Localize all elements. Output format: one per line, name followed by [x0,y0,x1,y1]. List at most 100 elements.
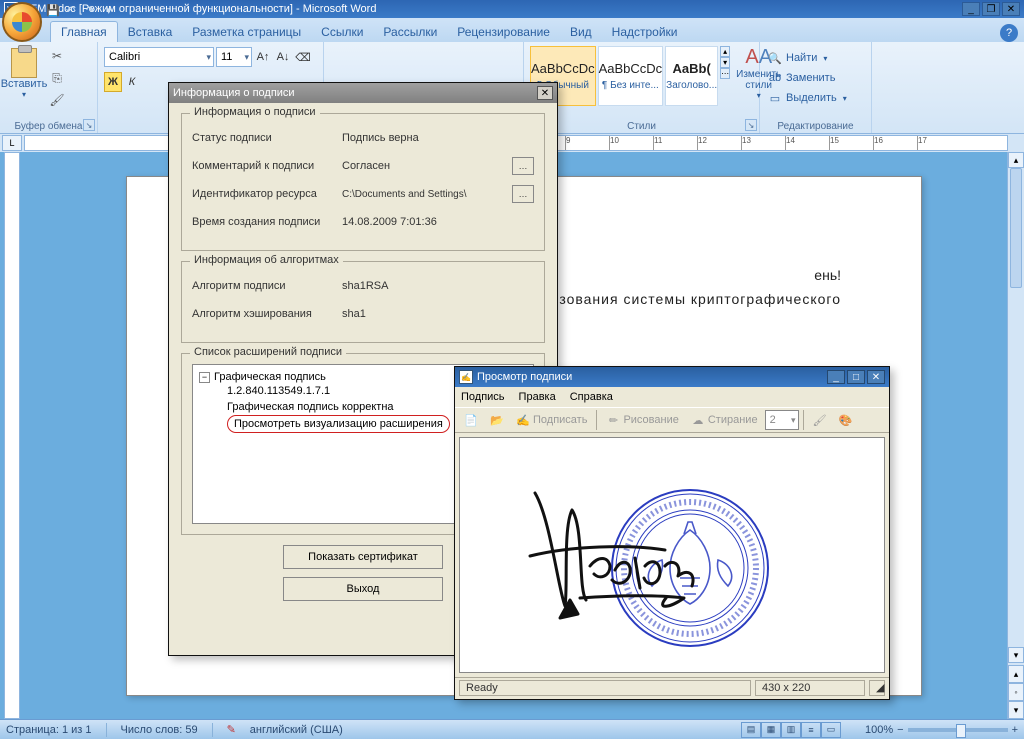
zoom-value[interactable]: 100% [865,724,893,736]
tab-review[interactable]: Рецензирование [447,22,560,42]
cut-icon[interactable]: ✂ [48,48,66,64]
menu-signature[interactable]: Подпись [461,391,505,403]
tab-layout[interactable]: Разметка страницы [182,22,311,42]
prev-page-button[interactable]: ▴ [1008,665,1024,683]
office-button[interactable] [2,2,42,42]
info-label: Статус подписи [192,132,342,144]
dlg2-toolbar: 📄 📂 ✍Подписать ✏Рисование ☁Стирание 2 🖌 … [455,407,889,433]
styles-launcher[interactable]: ↘ [745,119,757,131]
algo-label: Алгоритм хэширования [192,308,342,320]
tb-thickness-combo[interactable]: 2 [765,410,799,430]
browse-object-button[interactable]: ◦ [1008,683,1024,701]
ruler-mark: 12 [697,136,707,150]
dlg1-close-button[interactable]: ✕ [537,86,553,100]
tb-brush-icon[interactable]: 🖌 [808,409,832,431]
qat-customize-icon[interactable]: ▾ [106,4,120,18]
tree-child-highlighted[interactable]: Просмотреть визуализацию расширения [227,415,450,433]
vertical-scrollbar[interactable]: ▴ ▾ ▴ ◦ ▾ [1007,152,1024,719]
dlg1-titlebar[interactable]: Информация о подписи ✕ [169,83,557,103]
style-heading[interactable]: AaBb( Заголово... [665,46,718,106]
shrink-font-icon[interactable]: A↓ [274,47,292,67]
dlg2-maximize[interactable]: □ [847,370,865,384]
show-cert-button[interactable]: Показать сертификат [283,545,443,569]
tab-mailings[interactable]: Рассылки [373,22,447,42]
find-button[interactable]: 🔍Найти▾ [766,48,865,68]
tab-home[interactable]: Главная [50,21,118,42]
tb-erase-button[interactable]: ☁Стирание [686,409,763,431]
dlg2-resize-grip[interactable]: ◢ [869,680,885,696]
font-size-combo[interactable]: 11 [216,47,252,67]
status-proofing-icon[interactable]: ✎ [227,723,236,736]
qat-save-icon[interactable]: 💾 [46,4,60,18]
select-button[interactable]: ▭Выделить▾ [766,88,865,108]
style-no-spacing[interactable]: AaBbCcDc ¶ Без инте... [598,46,664,106]
app-titlebar: W DEMO.doc [Режим ограниченной функциона… [0,0,1024,18]
group-styles-label: Стили [627,121,656,132]
tab-references[interactable]: Ссылки [311,22,373,42]
qat-undo-icon[interactable]: ↶ [66,4,80,18]
status-words[interactable]: Число слов: 59 [121,724,198,736]
help-button[interactable]: ? [1000,24,1018,42]
view-draft[interactable]: ▭ [821,722,841,738]
styles-scroll: ▴ ▾ ⋯ [720,46,730,79]
group-clipboard-label: Буфер обмена [15,121,83,132]
menu-help[interactable]: Справка [570,391,613,403]
styles-scroll-down[interactable]: ▾ [720,57,730,68]
styles-scroll-up[interactable]: ▴ [720,46,730,57]
exit-button[interactable]: Выход [283,577,443,601]
info-more-button[interactable]: … [512,185,534,203]
tab-view[interactable]: Вид [560,22,602,42]
tb-draw-button[interactable]: ✏Рисование [601,409,683,431]
next-page-button[interactable]: ▾ [1008,701,1024,719]
view-buttons: ▤ ▦ ▥ ≡ ▭ [741,722,841,738]
zoom-slider[interactable] [908,728,1008,732]
copy-icon[interactable]: ⎘ [48,70,66,86]
tree-expand-icon[interactable]: − [199,372,210,383]
paste-label: Вставить [1,78,48,90]
dlg2-close[interactable]: ✕ [867,370,885,384]
format-painter-icon[interactable]: 🖌 [48,92,66,108]
tb-color-icon[interactable]: 🎨 [834,409,858,431]
tree-root-label: Графическая подпись [214,371,326,383]
close-button[interactable]: ✕ [1002,2,1020,16]
italic-button[interactable]: К [123,72,141,92]
scroll-up[interactable]: ▴ [1008,152,1024,168]
dlg1-group-algo: Информация об алгоритмах Алгоритм подпис… [181,261,545,343]
dlg2-titlebar[interactable]: ✍ Просмотр подписи _ □ ✕ [455,367,889,387]
grow-font-icon[interactable]: A↑ [254,47,272,67]
font-name-combo[interactable]: Calibri [104,47,214,67]
info-row: Комментарий к подписиСогласен… [192,152,534,180]
tab-addins[interactable]: Надстройки [602,22,688,42]
view-full-screen[interactable]: ▦ [761,722,781,738]
qat-redo-icon[interactable]: ↷ [86,4,100,18]
scroll-down[interactable]: ▾ [1008,647,1024,663]
paste-button[interactable]: Вставить ▾ [6,46,42,108]
tb-sign-button[interactable]: ✍Подписать [511,409,592,431]
tab-selector[interactable]: L [2,135,22,151]
tab-insert[interactable]: Вставка [118,22,183,42]
restore-button[interactable]: ❐ [982,2,1000,16]
clipboard-launcher[interactable]: ↘ [83,119,95,131]
zoom-in[interactable]: + [1012,724,1018,736]
zoom-out[interactable]: − [897,724,903,736]
menu-edit[interactable]: Правка [519,391,556,403]
clear-format-icon[interactable]: ⌫ [294,47,312,67]
status-language[interactable]: английский (США) [250,724,343,736]
view-web[interactable]: ▥ [781,722,801,738]
minimize-button[interactable]: _ [962,2,980,16]
status-page[interactable]: Страница: 1 из 1 [6,724,92,736]
bold-button[interactable]: Ж [104,72,122,92]
signature-canvas[interactable] [459,437,885,673]
scroll-thumb[interactable] [1010,168,1022,288]
styles-expand[interactable]: ⋯ [720,68,730,79]
vertical-ruler[interactable] [4,152,20,719]
tb-open-icon[interactable]: 📂 [485,409,509,431]
tb-new-icon[interactable]: 📄 [459,409,483,431]
signature-viewer-dialog: ✍ Просмотр подписи _ □ ✕ Подпись Правка … [454,366,890,700]
info-more-button[interactable]: … [512,157,534,175]
algo-row: Алгоритм подписиsha1RSA [192,272,534,300]
dlg2-minimize[interactable]: _ [827,370,845,384]
view-print-layout[interactable]: ▤ [741,722,761,738]
view-outline[interactable]: ≡ [801,722,821,738]
replace-button[interactable]: abЗаменить [766,68,865,88]
